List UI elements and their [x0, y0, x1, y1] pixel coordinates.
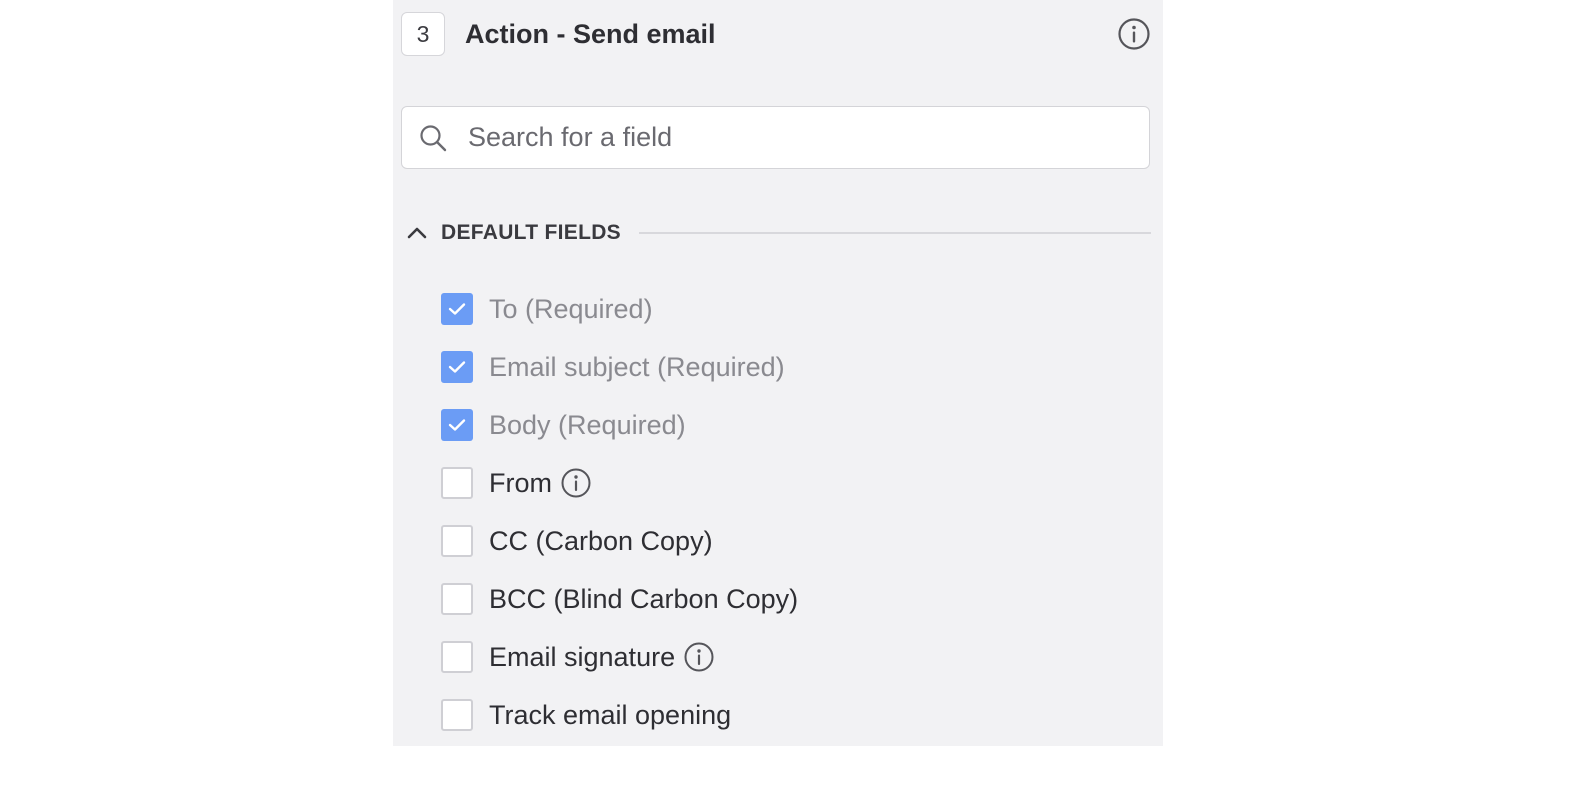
checkmark-icon — [448, 419, 466, 431]
info-icon[interactable] — [1117, 17, 1151, 51]
section-divider — [638, 232, 1151, 234]
search-field-box[interactable] — [401, 106, 1150, 169]
chevron-up-icon[interactable] — [405, 221, 429, 245]
field-option: Body (Required) — [441, 396, 798, 454]
checkbox-unchecked[interactable] — [441, 699, 473, 731]
field-option[interactable]: CC (Carbon Copy) — [441, 512, 798, 570]
field-option[interactable]: From — [441, 454, 798, 512]
field-option: To (Required) — [441, 280, 798, 338]
default-fields-section-header[interactable]: DEFAULT FIELDS — [405, 216, 1151, 250]
search-icon — [420, 124, 447, 151]
field-option[interactable]: Track email opening — [441, 686, 798, 744]
search-input[interactable] — [466, 121, 1110, 154]
field-label: Body (Required) — [489, 409, 686, 440]
info-icon[interactable] — [560, 467, 592, 499]
field-label: CC (Carbon Copy) — [489, 525, 713, 556]
checkmark-icon — [448, 303, 466, 315]
field-list: To (Required) Email subject (Required) Bod… — [441, 280, 798, 744]
step-title: Action - Send email — [465, 18, 716, 49]
field-label: Track email opening — [489, 699, 732, 730]
checkbox-unchecked[interactable] — [441, 641, 473, 673]
field-label: Email subject (Required) — [489, 351, 785, 382]
section-label: DEFAULT FIELDS — [441, 221, 621, 244]
checkbox-checked — [441, 409, 473, 441]
field-option[interactable]: BCC (Blind Carbon Copy) — [441, 570, 798, 628]
info-icon[interactable] — [683, 641, 715, 673]
field-label: BCC (Blind Carbon Copy) — [489, 583, 799, 614]
checkbox-checked — [441, 351, 473, 383]
step-number-badge: 3 — [401, 12, 445, 56]
checkbox-unchecked[interactable] — [441, 583, 473, 615]
field-label: From — [489, 467, 552, 498]
checkbox-unchecked[interactable] — [441, 525, 473, 557]
field-option: Email subject (Required) — [441, 338, 798, 396]
field-label: Email signature — [489, 641, 676, 672]
checkbox-checked — [441, 293, 473, 325]
checkmark-icon — [448, 361, 466, 373]
checkbox-unchecked[interactable] — [441, 467, 473, 499]
step-header: 3 Action - Send email — [401, 10, 1151, 58]
field-label: To (Required) — [489, 293, 653, 324]
field-selector-panel: 3 Action - Send email DEFAULT FIELDS To … — [393, 0, 1163, 746]
field-option[interactable]: Email signature — [441, 628, 798, 686]
